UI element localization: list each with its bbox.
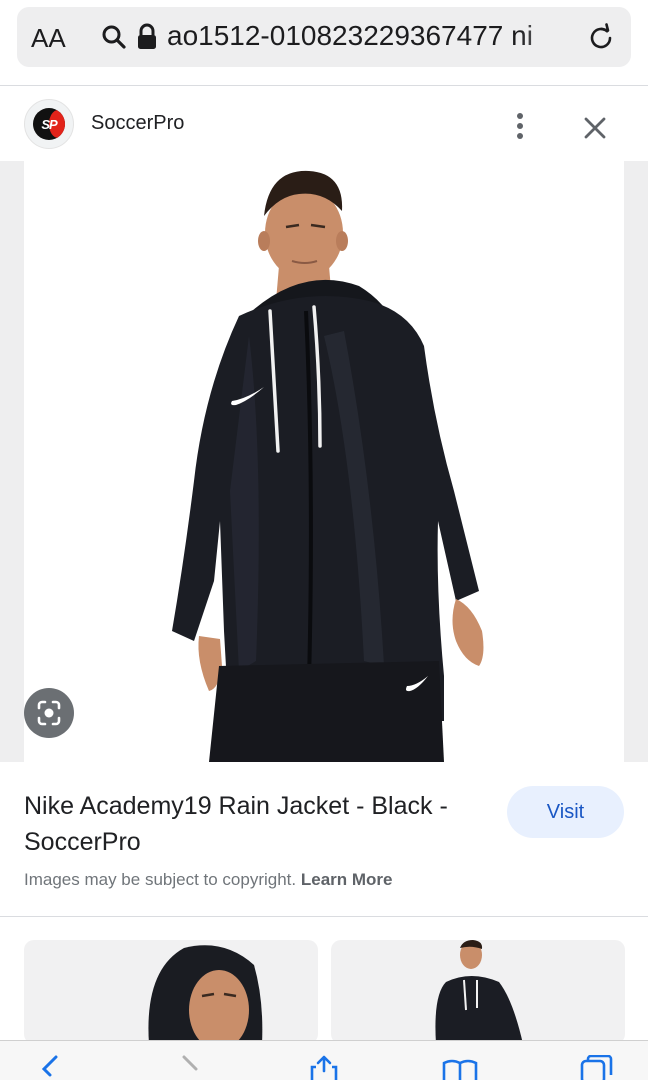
lens-button[interactable] [24, 688, 74, 738]
learn-more-link[interactable]: Learn More [301, 870, 393, 889]
source-name[interactable]: SoccerPro [91, 112, 184, 135]
bookmarks-icon[interactable] [440, 1055, 480, 1080]
product-image[interactable] [24, 161, 624, 762]
result-caption: Nike Academy19 Rain Jacket - Black - Soc… [0, 762, 648, 917]
share-icon[interactable] [304, 1055, 344, 1080]
text-size-button[interactable]: AA [31, 23, 66, 54]
close-icon[interactable] [580, 113, 610, 143]
related-thumbnail[interactable] [24, 940, 318, 1044]
jacket-model-illustration [172, 170, 484, 762]
browser-address-area: AA ao1512-010823229367477 ni [0, 0, 648, 86]
related-image-model [435, 940, 523, 1044]
more-vert-icon[interactable] [508, 111, 532, 141]
source-header: SP SoccerPro [0, 87, 648, 161]
reload-icon[interactable] [586, 23, 616, 53]
visit-button[interactable]: Visit [507, 786, 624, 838]
lens-icon [37, 700, 61, 726]
forward-icon[interactable] [170, 1055, 210, 1080]
url-text[interactable]: ao1512-010823229367477 ni [167, 20, 577, 52]
source-logo-text: SP [41, 116, 57, 132]
back-icon[interactable] [30, 1055, 70, 1080]
result-title[interactable]: Nike Academy19 Rain Jacket - Black - Soc… [24, 788, 494, 860]
soccerpro-logo-icon: SP [33, 108, 65, 140]
bottom-toolbar [0, 1040, 648, 1080]
related-images [0, 918, 648, 1044]
related-image-hood [148, 945, 263, 1044]
related-thumbnail[interactable] [331, 940, 625, 1044]
search-icon [102, 25, 126, 49]
address-bar[interactable]: AA ao1512-010823229367477 ni [17, 7, 631, 67]
source-logo[interactable]: SP [24, 99, 74, 149]
copyright-notice: Images may be subject to copyright. Lear… [24, 870, 393, 890]
copyright-text: Images may be subject to copyright. [24, 870, 297, 889]
lock-icon [138, 23, 156, 49]
text-size-label: AA [31, 23, 66, 53]
tabs-icon[interactable] [578, 1055, 618, 1080]
image-viewer [0, 161, 648, 762]
